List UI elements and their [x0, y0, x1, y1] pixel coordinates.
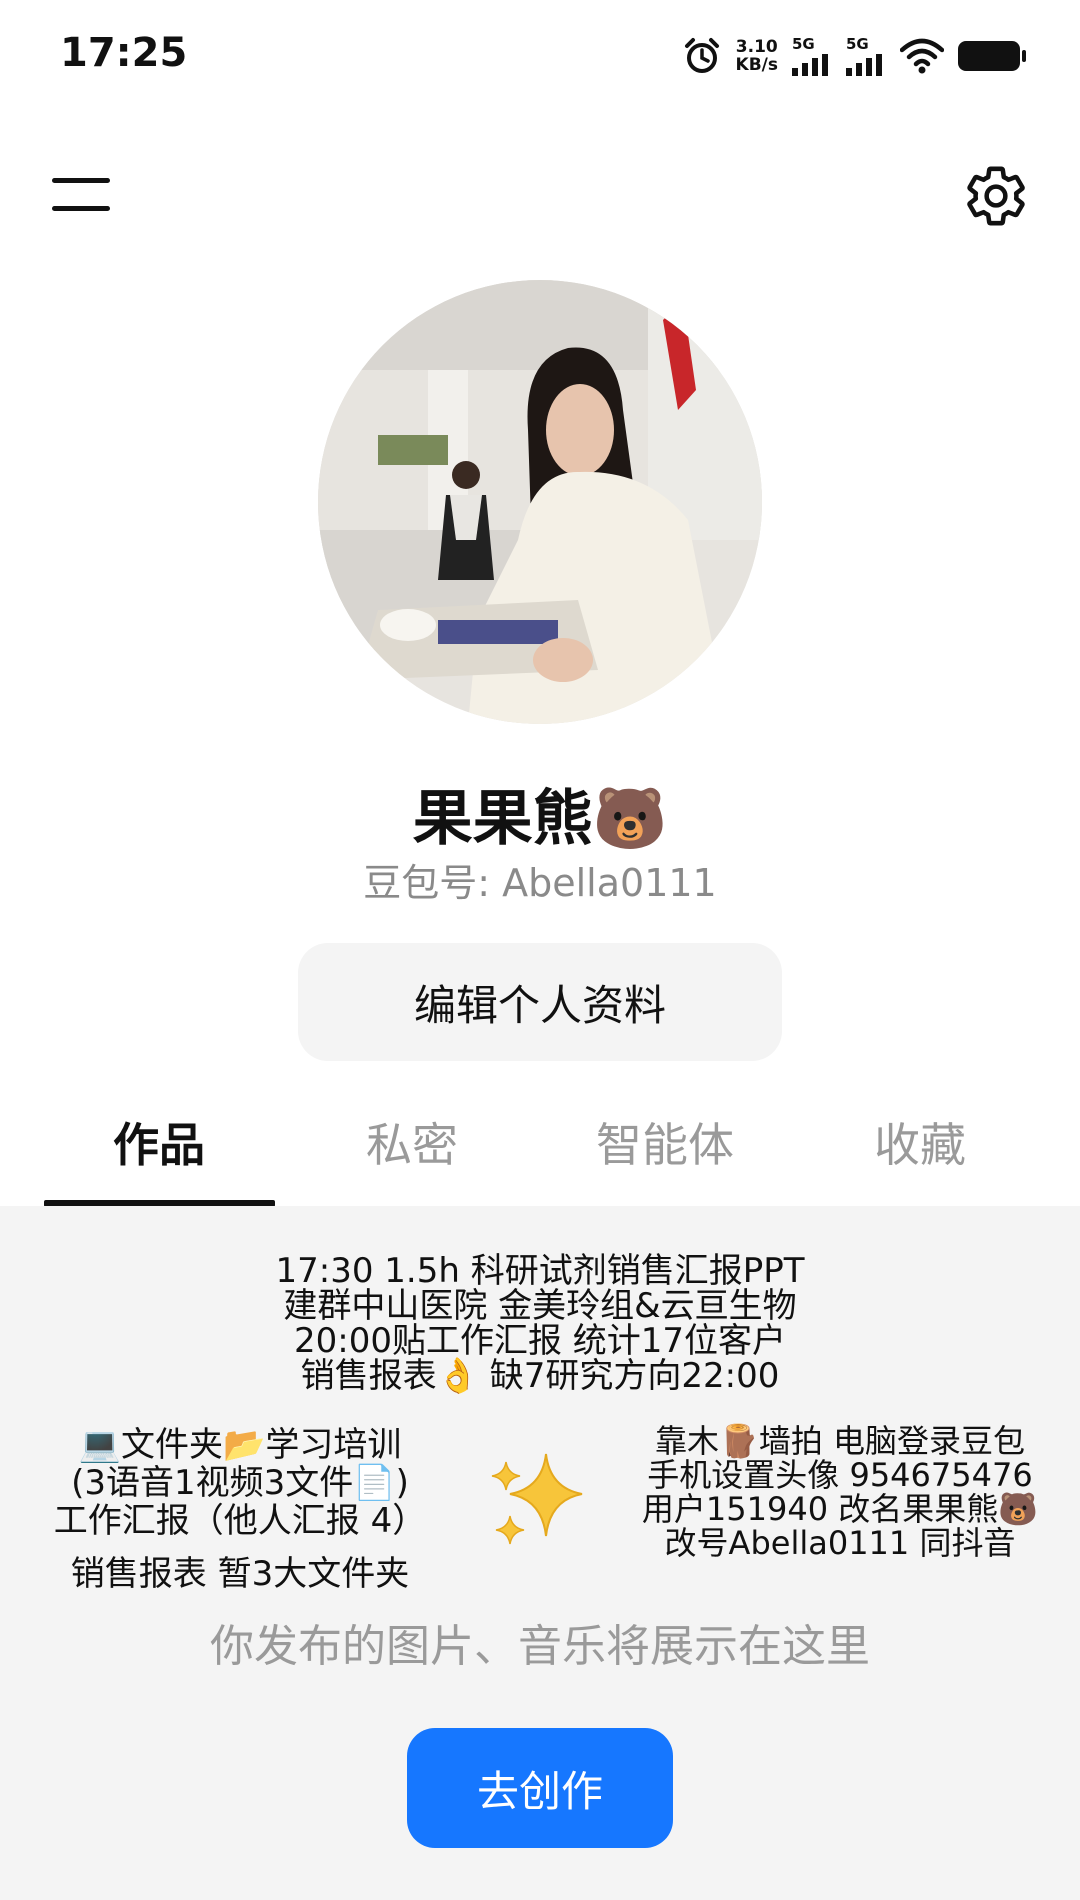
menu-icon[interactable] — [52, 176, 112, 216]
profile-page: 17:25 3.10 KB/s 5G 5G 果果熊🐻 豆包号: Abella01… — [0, 0, 1080, 1900]
signal-icon — [792, 53, 828, 76]
wifi-icon — [900, 38, 944, 74]
edit-profile-button[interactable]: 编辑个人资料 — [298, 943, 782, 1061]
signal-2-label: 5G — [846, 34, 869, 53]
net-speed-unit: KB/s — [735, 55, 778, 75]
status-icons: 3.10 KB/s 5G 5G — [682, 34, 1026, 78]
signal-1: 5G — [792, 34, 832, 76]
tab-works[interactable]: 作品 — [44, 1100, 274, 1190]
works-content: 17:30 1.5h 科研试剂销售汇报PPT 建群中山医院 金美玲组&云亘生物 … — [0, 1206, 1080, 1900]
net-speed-value: 3.10 — [735, 37, 778, 57]
tab-favorites[interactable]: 收藏 — [805, 1100, 1035, 1190]
gear-icon[interactable] — [962, 162, 1030, 230]
net-speed: 3.10 KB/s — [736, 38, 778, 74]
battery-icon — [958, 41, 1026, 71]
signal-icon — [846, 53, 882, 76]
tab-agents[interactable]: 智能体 — [550, 1100, 780, 1190]
note-left-2: 销售报表 暂3大文件夹 — [70, 1554, 410, 1594]
note-right: 靠木🪵墙拍 电脑登录豆包 手机设置头像 954675476 用户151940 改… — [641, 1422, 1039, 1562]
profile-id: 豆包号: Abella0111 — [363, 861, 717, 905]
status-time: 17:25 — [60, 30, 188, 76]
avatar[interactable] — [318, 280, 762, 724]
empty-placeholder: 你发布的图片、音乐将展示在这里 — [210, 1621, 870, 1672]
alarm-icon — [684, 38, 719, 73]
note-top: 17:30 1.5h 科研试剂销售汇报PPT 建群中山医院 金美玲组&云亘生物 … — [275, 1251, 805, 1396]
tab-private[interactable]: 私密 — [297, 1100, 527, 1190]
status-bar: 17:25 3.10 KB/s 5G 5G — [0, 0, 1080, 110]
signal-2: 5G — [846, 34, 886, 76]
profile-name: 果果熊🐻 — [412, 784, 668, 854]
create-button[interactable]: 去创作 — [407, 1728, 673, 1848]
signal-1-label: 5G — [792, 34, 815, 53]
note-left: 💻文件夹📂学习培训 (3语音1视频3文件📄) 工作汇报（他人汇报 4） — [53, 1425, 427, 1541]
sparkles-icon — [491, 1453, 583, 1545]
tab-bar: 作品 私密 智能体 收藏 — [0, 1090, 1080, 1206]
